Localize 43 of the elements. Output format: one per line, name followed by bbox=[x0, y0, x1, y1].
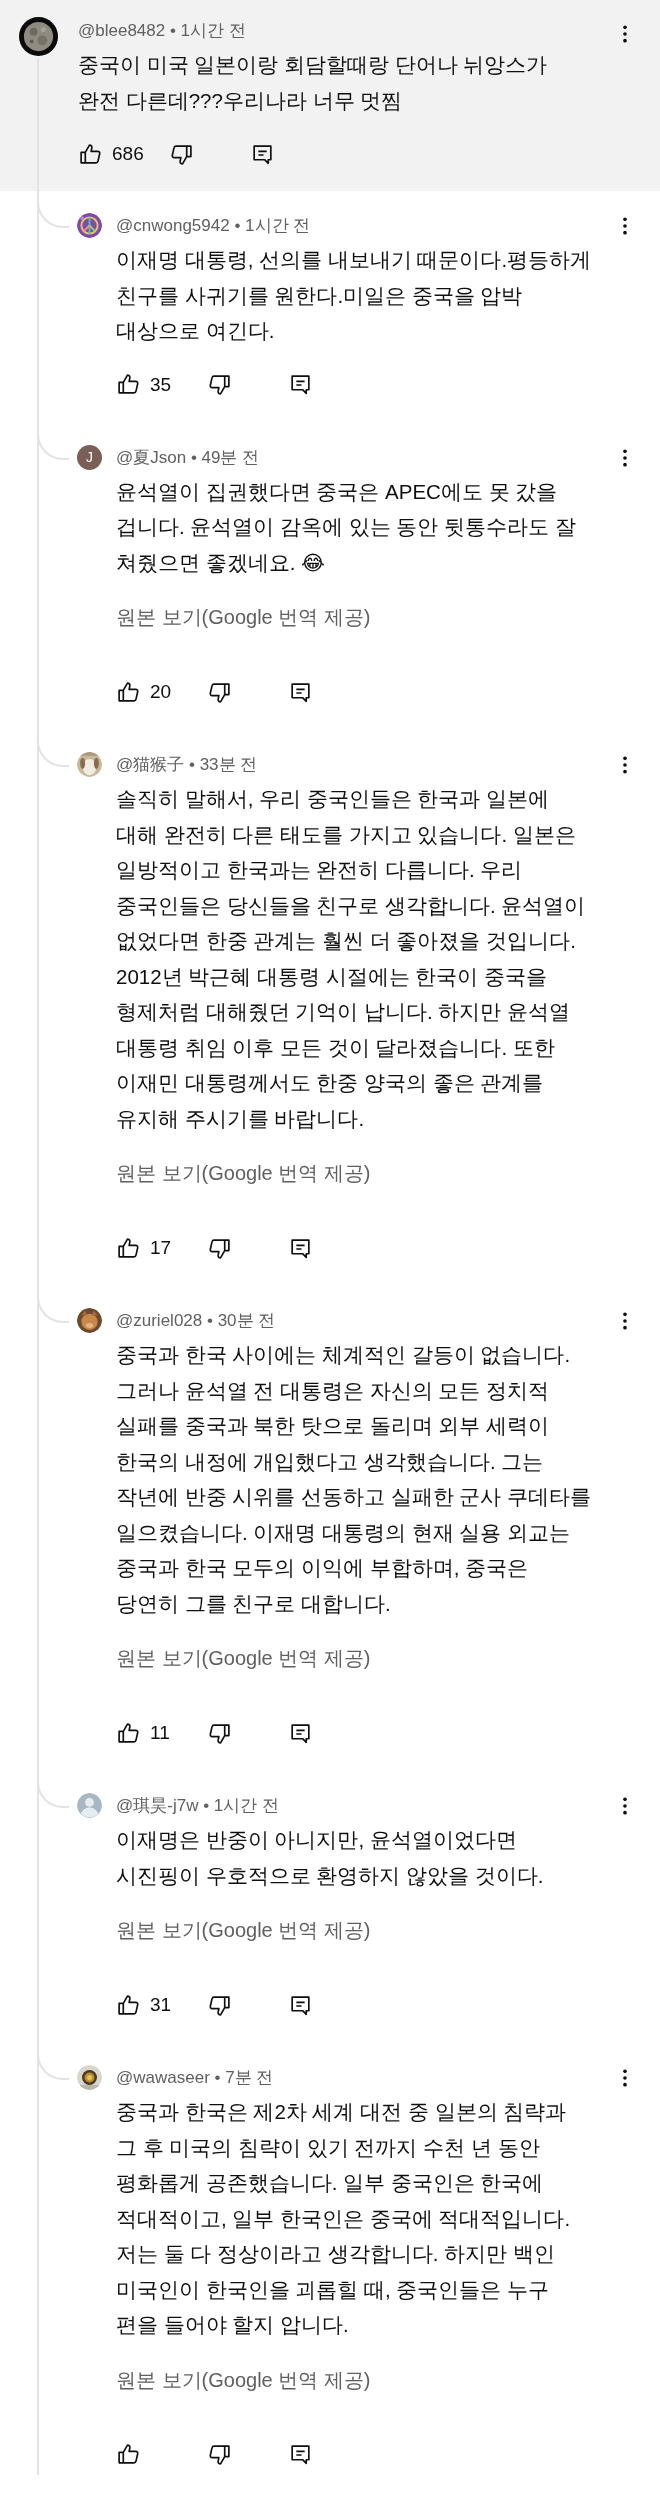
thumbs-down-icon bbox=[207, 2442, 232, 2467]
translate-link[interactable]: 원본 보기(Google 번역 제공) bbox=[116, 1643, 371, 1673]
comment-text: 솔직히 말해서, 우리 중국인들은 한국과 일본에 대해 완전히 다른 태도를 가지고 있습니다. 일본은 일방적이고 한국과는 완전히 다릅니다. 우리 중국인들은 당신들을 친구로 생각합니다. 윤석열이 없었다면 한중 관계는 훨씬 더 좋아졌을 것입니다. 2012년 박근혜 대통령 시절에는 한국이 중국을 형제처럼 대해줬던 기억이 납니다. 하지만 윤석열 대통령 취임 이후 모든 것이 달라졌습니다. 또한 이재민 대통령께서도 한중 양국의 좋은 관계를 유지해 주시기를 바랍니다. bbox=[116, 786, 586, 1132]
reply-button[interactable] bbox=[288, 2442, 313, 2467]
comment-text: 중국과 한국은 제2차 세계 대전 중 일본의 침략과 그 후 미국의 침략이 있기 전까지 수천 년 동안 평화롭게 공존했습니다. 일부 중국인은 한국에 적대적이고, 일부 한국인은 중국에 적대적입니다. 저는 둘 다 정상이라고 생각합니다. 하지만 백인 미국인이 한국인을 괴롭힐 때, 중국인들은 누구 편을 들어야 할지 압니다. bbox=[116, 2099, 571, 2338]
translate-link[interactable]: 원본 보기(Google 번역 제공) bbox=[116, 1158, 371, 1188]
comment-text: 이재명은 반중이 아니지만, 윤석열이었다면 시진핑이 우호적으로 환영하지 않았을 것이다. bbox=[116, 1827, 544, 1889]
like-button[interactable]: 20 bbox=[116, 679, 172, 705]
like-button[interactable]: 35 bbox=[116, 372, 172, 397]
comment-author-time: @猫猴子 • 33분 전 bbox=[116, 754, 258, 776]
like-button[interactable]: 686 bbox=[78, 141, 144, 167]
like-button[interactable]: 11 bbox=[116, 1720, 170, 1746]
comment-icon bbox=[288, 2442, 313, 2467]
comment-author-time: @blee8482 • 1시간 전 bbox=[78, 20, 246, 42]
like-button[interactable] bbox=[116, 2442, 141, 2467]
translate-link[interactable]: 원본 보기(Google 번역 제공) bbox=[116, 2364, 371, 2395]
like-button[interactable]: 17 bbox=[116, 1235, 172, 1261]
comment-author-time: @琪昊-j7w • 1시간 전 bbox=[116, 1795, 279, 1817]
avatar-letter: J bbox=[77, 444, 102, 470]
comment-text: 이재명 대통령, 선의를 내보내기 때문이다.평등하게 친구를 사귀기를 원한다.미일은 중국을 압박 대상으로 여긴다. bbox=[116, 247, 592, 344]
thumbs-up-icon bbox=[116, 2442, 141, 2467]
comment-text: 중국과 한국 사이에는 체계적인 갈등이 없습니다. 그러나 윤석열 전 대통령은 자신의 모든 정치적 실패를 중국과 북한 탓으로 돌리며 외부 세력이 한국의 내정에 개입했다고 생각했습니다. 그는 작년에 반중 시위를 선동하고 실패한 군사 쿠데타를 일으켰습니다. 이재명 대통령의 현재 실용 외교는 중국과 한국 모두의 이익에 부합하며, 중국은 당연히 그를 친구로 대합니다. bbox=[116, 1342, 592, 1617]
thumbs-up-icon bbox=[116, 372, 141, 397]
like-button[interactable]: 31 bbox=[116, 1992, 172, 2018]
comment-author-time: @cnwong5942 • 1시간 전 bbox=[116, 215, 311, 237]
thumbs-down-icon bbox=[207, 372, 232, 397]
reply-button[interactable] bbox=[288, 372, 313, 397]
translate-link[interactable]: 원본 보기(Google 번역 제공) bbox=[116, 602, 371, 632]
dislike-button[interactable] bbox=[207, 372, 232, 397]
dislike-button[interactable] bbox=[207, 2442, 232, 2467]
comment-text: 중국이 미국 일본이랑 회담할때랑 단어나 뉘앙스가 완전 다른데???우리나라 너무 멋찜 bbox=[78, 52, 548, 114]
translate-link[interactable]: 원본 보기(Google 번역 제공) bbox=[116, 1915, 371, 1945]
comment-author-time: @wawaseer • 7분 전 bbox=[116, 2067, 274, 2089]
thumbs-up-icon bbox=[116, 1992, 141, 2018]
thumbs-up-icon bbox=[116, 679, 141, 705]
default-avatar-icon bbox=[77, 1793, 102, 1818]
comment-author-time: @夏Json • 49분 전 bbox=[116, 446, 260, 469]
comment-icon bbox=[288, 372, 313, 397]
thumbs-up-icon bbox=[116, 1720, 141, 1746]
thumbs-up-icon bbox=[78, 141, 103, 167]
comment-text: 윤석열이 집권했다면 중국은 APEC에도 못 갔을 겁니다. 윤석열이 감옥에 있는 동안 뒷통수라도 잘 쳐줬으면 좋겠네요. 😂 bbox=[116, 478, 576, 576]
thumbs-up-icon bbox=[116, 1235, 141, 1261]
comment-author-time: @zuriel028 • 30분 전 bbox=[116, 1310, 276, 1332]
